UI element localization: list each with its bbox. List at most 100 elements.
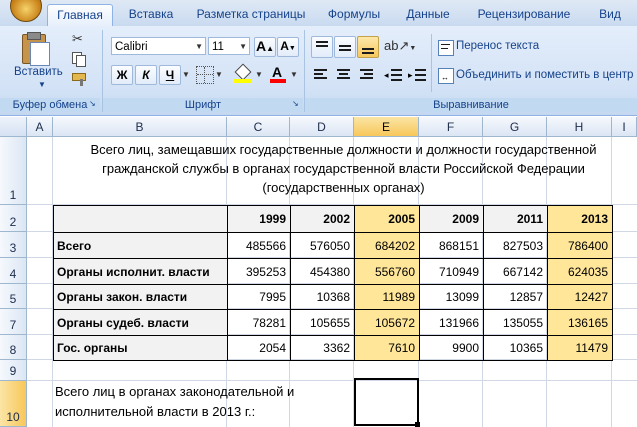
align-right-button[interactable] — [357, 66, 377, 84]
font-size-combo[interactable]: 11 ▼ — [208, 37, 250, 55]
clipboard-launcher-icon[interactable]: ↘ — [89, 99, 96, 108]
cut-icon[interactable]: ✂ — [72, 31, 86, 46]
data-cell[interactable]: 78281 — [227, 309, 291, 336]
column-header-b[interactable]: B — [53, 117, 227, 137]
underline-button[interactable]: Ч — [159, 65, 181, 85]
grow-font-button[interactable]: A▲ — [254, 37, 276, 57]
data-cell[interactable]: 7610 — [354, 335, 420, 361]
data-cell[interactable]: 624035 — [547, 258, 613, 285]
row-label[interactable]: Органы закон. власти — [53, 284, 228, 310]
data-cell[interactable]: 576050 — [290, 232, 355, 259]
row-header-3[interactable]: 3 — [0, 232, 27, 258]
tab-home[interactable]: Главная — [47, 4, 113, 28]
data-cell[interactable]: 12857 — [483, 284, 548, 310]
data-cell[interactable]: 485566 — [227, 232, 291, 259]
row-header-9[interactable]: 9 — [0, 360, 27, 381]
data-cell[interactable]: 684202 — [354, 232, 420, 259]
year-header[interactable]: 2013 — [547, 205, 613, 233]
merge-center-button[interactable]: Объединить и поместить в центр — [456, 69, 633, 81]
data-cell[interactable]: 9900 — [419, 335, 484, 361]
fill-handle[interactable] — [415, 422, 420, 427]
data-cell[interactable]: 3362 — [290, 335, 355, 361]
office-button[interactable] — [2, 0, 42, 24]
data-cell[interactable]: 136165 — [547, 309, 613, 336]
underline-dropdown-icon[interactable]: ▼ — [182, 70, 190, 79]
paste-icon[interactable] — [16, 32, 56, 68]
merge-center-icon[interactable]: ↔ — [438, 68, 454, 84]
data-cell[interactable]: 827503 — [483, 232, 548, 259]
row-header-10[interactable]: 10 — [0, 381, 27, 427]
decrease-indent-icon[interactable]: ◂ — [384, 66, 404, 84]
answer-cell-selected[interactable] — [354, 378, 419, 426]
data-cell[interactable]: 13099 — [419, 284, 484, 310]
tab-formulas[interactable]: Формулы — [320, 4, 388, 26]
data-cell[interactable]: 10368 — [290, 284, 355, 310]
column-header-i[interactable]: I — [612, 117, 637, 137]
font-color-dropdown-icon[interactable]: ▼ — [290, 70, 298, 79]
align-bottom-button[interactable] — [357, 36, 379, 58]
paste-dropdown-icon[interactable]: ▼ — [38, 80, 46, 89]
row-header-4[interactable]: 4 — [0, 258, 27, 284]
align-middle-button[interactable] — [334, 36, 356, 58]
data-cell[interactable]: 10365 — [483, 335, 548, 361]
tab-data[interactable]: Данные — [396, 4, 460, 26]
font-name-combo[interactable]: Calibri ▼ — [111, 37, 206, 55]
column-header-e[interactable]: E — [354, 117, 419, 137]
data-cell[interactable]: 105672 — [354, 309, 420, 336]
column-header-c[interactable]: C — [227, 117, 290, 137]
data-cell[interactable]: 395253 — [227, 258, 291, 285]
select-all-corner[interactable] — [0, 117, 27, 137]
data-cell[interactable]: 105655 — [290, 309, 355, 336]
align-center-button[interactable] — [334, 66, 354, 84]
align-top-button[interactable] — [311, 36, 333, 58]
format-painter-icon[interactable] — [72, 73, 88, 86]
font-launcher-icon[interactable]: ↘ — [292, 99, 299, 108]
italic-button[interactable]: К — [135, 65, 157, 85]
data-cell[interactable]: 131966 — [419, 309, 484, 336]
question-cell[interactable]: Всего лиц в органах законодательной и ис… — [53, 381, 343, 425]
column-header-d[interactable]: D — [290, 117, 354, 137]
copy-icon[interactable] — [72, 52, 86, 67]
sheet-title[interactable]: Всего лиц, замещавших государственные до… — [53, 137, 634, 205]
data-cell[interactable]: 7995 — [227, 284, 291, 310]
wrap-text-button[interactable]: Перенос текста — [456, 40, 539, 52]
bold-button[interactable]: Ж — [111, 65, 133, 85]
row-header-5[interactable]: 5 — [0, 284, 27, 309]
year-header[interactable]: 1999 — [227, 205, 291, 233]
align-left-button[interactable] — [311, 66, 331, 84]
row-label[interactable]: Всего — [53, 232, 228, 259]
tab-review[interactable]: Рецензирование — [468, 4, 580, 26]
paste-button[interactable]: Вставить — [14, 66, 70, 80]
column-header-f[interactable]: F — [419, 117, 483, 137]
column-header-g[interactable]: G — [483, 117, 547, 137]
data-cell[interactable]: 11989 — [354, 284, 420, 310]
data-cell[interactable]: 556760 — [354, 258, 420, 285]
fill-color-icon[interactable] — [234, 63, 252, 84]
data-cell[interactable]: 786400 — [547, 232, 613, 259]
shrink-font-button[interactable]: A▼ — [277, 37, 299, 57]
data-cell[interactable]: 868151 — [419, 232, 484, 259]
borders-dropdown-icon[interactable]: ▼ — [215, 70, 223, 79]
orientation-icon[interactable]: ab↗▼ — [384, 38, 416, 56]
fill-color-dropdown-icon[interactable]: ▼ — [255, 70, 263, 79]
column-header-a[interactable]: A — [27, 117, 53, 137]
year-header[interactable]: 2002 — [290, 205, 355, 233]
data-cell[interactable]: 11479 — [547, 335, 613, 361]
row-header-1[interactable]: 1 — [0, 137, 27, 205]
year-header[interactable]: 2009 — [419, 205, 484, 233]
data-cell[interactable]: 667142 — [483, 258, 548, 285]
year-header[interactable]: 2005 — [354, 205, 420, 233]
row-label[interactable]: Гос. органы — [53, 335, 228, 361]
increase-indent-icon[interactable]: ▸ — [408, 66, 428, 84]
data-cell[interactable]: 2054 — [227, 335, 291, 361]
column-header-h[interactable]: H — [547, 117, 612, 137]
data-cell[interactable]: 710949 — [419, 258, 484, 285]
tab-page-layout[interactable]: Разметка страницы — [190, 4, 312, 26]
data-cell[interactable]: 12427 — [547, 284, 613, 310]
row-header-7[interactable]: 7 — [0, 309, 27, 335]
row-label[interactable]: Органы исполнит. власти — [53, 258, 228, 285]
wrap-text-icon[interactable] — [438, 40, 454, 56]
data-cell[interactable]: 135055 — [483, 309, 548, 336]
row-label[interactable]: Органы судеб. власти — [53, 309, 228, 336]
tab-insert[interactable]: Вставка — [118, 4, 184, 26]
